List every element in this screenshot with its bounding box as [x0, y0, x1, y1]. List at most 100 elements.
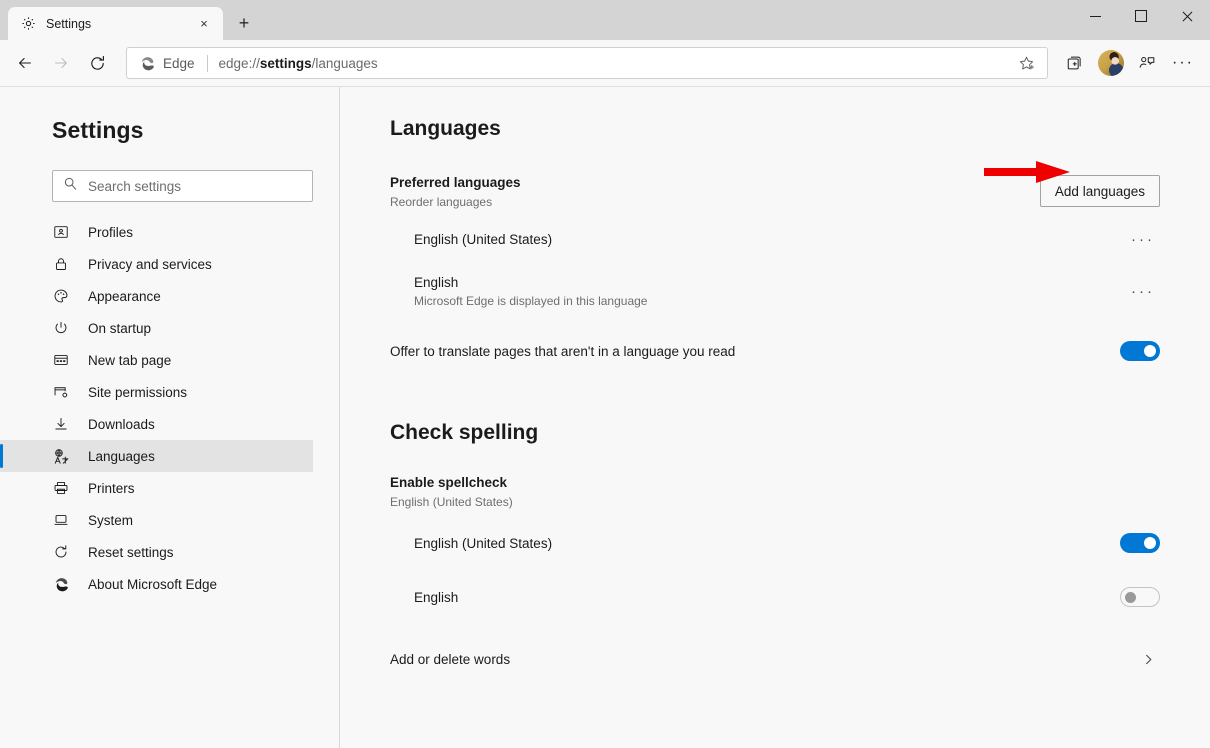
- preferred-languages-text: Preferred languages Reorder languages: [390, 175, 521, 209]
- profile-avatar[interactable]: [1098, 50, 1124, 76]
- add-or-delete-words-row[interactable]: Add or delete words: [390, 639, 1160, 679]
- laptop-icon: [52, 511, 70, 529]
- forward-button[interactable]: [44, 46, 78, 80]
- minimize-button[interactable]: [1072, 0, 1118, 32]
- sidebar-item-privacy-and-services[interactable]: Privacy and services: [0, 248, 313, 280]
- spellcheck-language-label: English: [414, 589, 459, 605]
- sidebar-item-profiles[interactable]: Profiles: [0, 216, 313, 248]
- url-prefix: edge://: [218, 55, 260, 71]
- language-name: English: [414, 274, 459, 290]
- search-icon: [63, 176, 78, 196]
- sidebar-item-label: New tab page: [88, 352, 172, 368]
- site-permissions-icon: [52, 383, 70, 401]
- sidebar-item-on-startup[interactable]: On startup: [0, 312, 313, 344]
- check-spelling-heading: Check spelling: [390, 421, 539, 444]
- offer-translate-row[interactable]: Offer to translate pages that aren't in …: [390, 331, 1160, 371]
- sidebar-item-label: Site permissions: [88, 384, 188, 400]
- edge-logo-icon: [141, 56, 154, 70]
- star-add-icon[interactable]: [1011, 48, 1041, 78]
- sidebar-item-label: System: [88, 512, 134, 528]
- language-row-text: English (United States): [414, 232, 1126, 247]
- red-arrow-annotation: [984, 159, 1072, 185]
- url-path: /languages: [311, 55, 378, 71]
- sidebar-item-appearance[interactable]: Appearance: [0, 280, 313, 312]
- sidebar-item-new-tab-page[interactable]: New tab page: [0, 344, 313, 376]
- url-text: edge://settings/languages: [219, 56, 1011, 71]
- list-item[interactable]: English Microsoft Edge is displayed in t…: [390, 269, 1160, 313]
- list-item[interactable]: English (United States) ···: [390, 217, 1160, 261]
- palette-icon: [52, 287, 70, 305]
- edge-brand-label: Edge: [163, 55, 195, 71]
- newtab-icon: [52, 351, 70, 369]
- spellcheck-language-row[interactable]: English (United States): [390, 523, 1160, 563]
- download-icon: [52, 415, 70, 433]
- back-button[interactable]: [8, 46, 42, 80]
- search-input[interactable]: Search settings: [52, 170, 313, 202]
- sidebar-item-site-permissions[interactable]: Site permissions: [0, 376, 313, 408]
- language-name: English (United States): [414, 231, 553, 247]
- chevron-right-icon: [1136, 653, 1160, 666]
- languages-heading: Languages: [390, 117, 501, 140]
- enable-spellcheck-subtitle: English (United States): [390, 495, 513, 509]
- sidebar-item-label: Profiles: [88, 224, 134, 240]
- sidebar-item-languages[interactable]: Languages: [0, 440, 313, 472]
- gear-icon: [20, 16, 36, 32]
- language-row-text: English Microsoft Edge is displayed in t…: [414, 275, 1126, 308]
- languages-icon: [52, 447, 70, 465]
- edge-logo-icon: [52, 575, 70, 593]
- sidebar-item-label: On startup: [88, 320, 152, 336]
- reorder-languages-hint: Reorder languages: [390, 195, 493, 209]
- enable-spellcheck-text: Enable spellcheck English (United States…: [390, 475, 1160, 509]
- person-feedback-icon[interactable]: [1130, 46, 1164, 80]
- offer-translate-toggle[interactable]: [1120, 341, 1160, 361]
- sidebar-item-downloads[interactable]: Downloads: [0, 408, 313, 440]
- sidebar-item-label: Appearance: [88, 288, 161, 304]
- edge-brand-chip: Edge: [139, 55, 195, 72]
- search-placeholder: Search settings: [88, 178, 182, 194]
- sidebar-item-printers[interactable]: Printers: [0, 472, 313, 504]
- browser-tab[interactable]: Settings ×: [8, 7, 223, 40]
- new-tab-button[interactable]: +: [229, 8, 259, 38]
- settings-page: Settings Search settings Profiles Privac…: [0, 87, 1210, 748]
- browser-more-menu[interactable]: ···: [1166, 46, 1200, 80]
- sidebar-item-about-microsoft-edge[interactable]: About Microsoft Edge: [0, 568, 313, 600]
- spellcheck-language-toggle[interactable]: [1120, 533, 1160, 553]
- close-icon[interactable]: ×: [193, 13, 215, 35]
- sidebar-item-label: About Microsoft Edge: [88, 576, 218, 592]
- power-icon: [52, 319, 70, 337]
- sidebar-item-system[interactable]: System: [0, 504, 313, 536]
- url-host: settings: [259, 55, 312, 71]
- settings-sidebar: Settings Search settings Profiles Privac…: [0, 87, 340, 748]
- lock-icon: [52, 255, 70, 273]
- window-controls: [1072, 0, 1210, 40]
- language-row-more-menu[interactable]: ···: [1126, 274, 1160, 308]
- sidebar-nav: Profiles Privacy and services Appearance: [0, 216, 339, 600]
- sidebar-item-label: Downloads: [88, 416, 155, 432]
- add-or-delete-words-label: Add or delete words: [390, 651, 511, 667]
- close-window-button[interactable]: [1164, 0, 1210, 32]
- spellcheck-language-row[interactable]: English: [390, 577, 1160, 617]
- spellcheck-language-label: English (United States): [414, 535, 553, 551]
- spellcheck-language-toggle[interactable]: [1120, 587, 1160, 607]
- reset-icon: [52, 543, 70, 561]
- collections-icon[interactable]: [1058, 46, 1092, 80]
- page-title: Settings: [52, 117, 144, 143]
- sidebar-item-label: Languages: [88, 448, 155, 464]
- browser-window: Settings × + Edge edge://settings/langua…: [0, 0, 1210, 748]
- language-row-more-menu[interactable]: ···: [1126, 222, 1160, 256]
- browser-toolbar: Edge edge://settings/languages ···: [0, 40, 1210, 87]
- language-description: Microsoft Edge is displayed in this lang…: [414, 293, 648, 308]
- offer-translate-label: Offer to translate pages that aren't in …: [390, 343, 736, 359]
- sidebar-item-label: Printers: [88, 480, 135, 496]
- settings-content: Languages Preferred languages Reorder la…: [340, 87, 1210, 748]
- preferred-languages-title: Preferred languages: [390, 175, 521, 190]
- profile-card-icon: [52, 223, 70, 241]
- address-bar[interactable]: Edge edge://settings/languages: [126, 47, 1048, 79]
- maximize-button[interactable]: [1118, 0, 1164, 32]
- title-bar: Settings × +: [0, 0, 1210, 40]
- sidebar-item-reset-settings[interactable]: Reset settings: [0, 536, 313, 568]
- omnibox-divider: [206, 54, 208, 72]
- enable-spellcheck-title: Enable spellcheck: [390, 475, 508, 490]
- sidebar-item-label: Privacy and services: [88, 256, 212, 272]
- refresh-button[interactable]: [80, 46, 114, 80]
